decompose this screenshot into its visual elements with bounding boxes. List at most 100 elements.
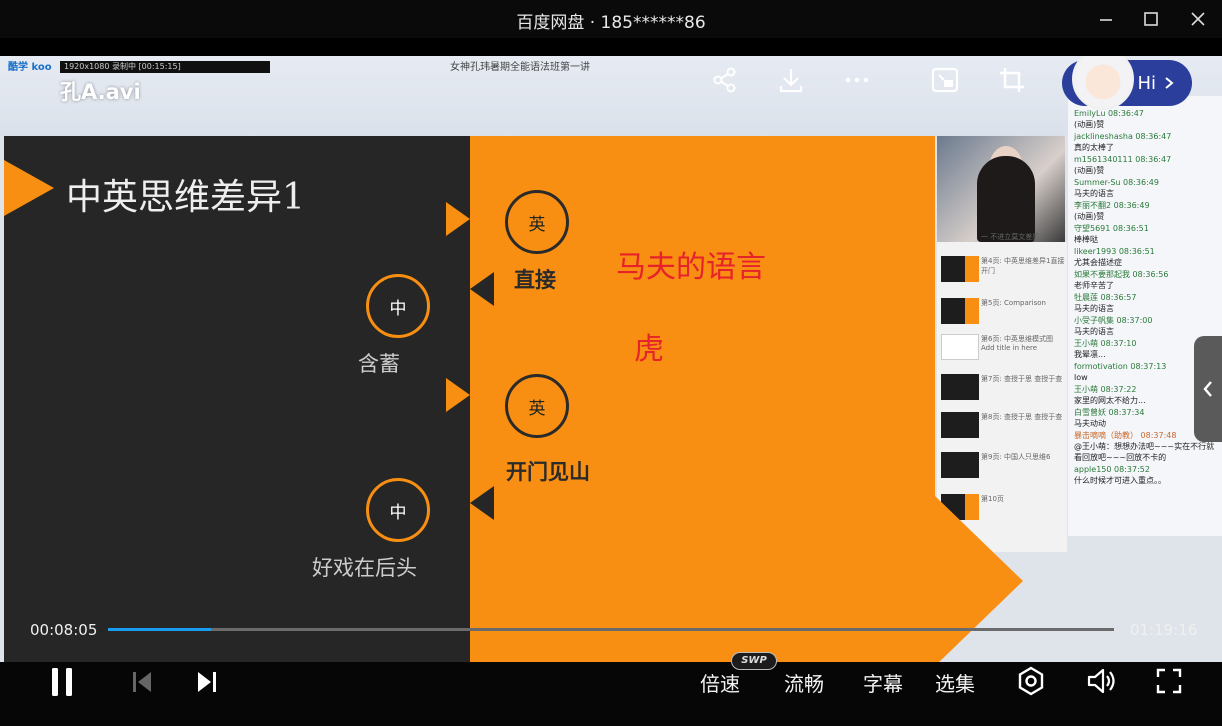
side-panel-toggle[interactable] <box>1194 336 1222 442</box>
pause-button[interactable] <box>44 664 80 700</box>
slide-heading: 中英思维差异1 <box>66 177 305 218</box>
chevron-left-icon <box>1203 381 1212 397</box>
chat-message: 尤其会描述症 <box>1074 258 1122 267</box>
chat-name: likeer1993 08:36:51 <box>1074 247 1155 256</box>
subtitle-button[interactable]: 字幕 <box>863 668 903 697</box>
thumbnail-caption: 第7页: 查授于思 查授于查 <box>981 375 1063 383</box>
handwritten-note: 虎 <box>634 332 664 367</box>
chat-message: @王小萌：想想办法吧~~~实在不行就看回放吧~~~回放不卡的 <box>1074 442 1215 462</box>
skip-forward-icon <box>198 672 216 692</box>
chat-message: 棒棒哒 <box>1074 235 1098 244</box>
bullet-label: 开门见山 <box>506 460 590 484</box>
minimize-button[interactable] <box>1092 6 1120 32</box>
handwritten-note: 马夫的语言 <box>616 250 766 285</box>
video-file-name: 孔A.avi <box>60 80 141 104</box>
slide-thumbnail[interactable] <box>941 374 979 400</box>
crop-button[interactable] <box>996 64 1028 96</box>
chat-name: 守望5691 08:36:51 <box>1074 224 1149 233</box>
video-frame[interactable]: 酷学 koo 1920x1080 录制中 [00:15:15] 女神孔玮暑期全能… <box>0 56 1222 666</box>
minimize-icon <box>1100 19 1112 21</box>
slide-thumbnail[interactable] <box>941 452 979 478</box>
window-title: 百度网盘 · 185******86 <box>516 13 706 33</box>
download-icon <box>779 69 803 93</box>
download-button[interactable] <box>775 64 807 96</box>
settings-icon <box>1018 666 1044 696</box>
chevron-right-icon <box>1165 77 1174 89</box>
pause-icon <box>52 668 72 696</box>
title-bar: 百度网盘 · 185******86 <box>0 0 1222 38</box>
skip-back-icon <box>133 672 151 692</box>
volume-button[interactable] <box>1084 664 1120 698</box>
speed-button[interactable]: 倍速 <box>700 668 740 697</box>
maximize-icon <box>1144 12 1158 26</box>
slide-thumbnail[interactable] <box>941 298 979 324</box>
fullscreen-icon <box>1156 668 1182 694</box>
bullet-label: 含蓄 <box>358 352 400 376</box>
share-icon <box>713 67 736 93</box>
notch-icon <box>470 486 494 520</box>
crop-icon <box>1000 68 1024 92</box>
chat-message: (动画)赞 <box>1074 120 1105 129</box>
chat-name: apple150 08:37:52 <box>1074 465 1150 474</box>
maximize-button[interactable] <box>1137 6 1165 32</box>
chat-message: 马夫的语言 <box>1074 189 1114 198</box>
settings-button[interactable] <box>1014 664 1048 698</box>
slide-thumbnail[interactable] <box>941 256 979 282</box>
more-button[interactable] <box>841 64 873 96</box>
chat-name: EmilyLu 08:36:47 <box>1074 109 1144 118</box>
thumbnail-caption: 第5页: Comparison <box>981 299 1046 307</box>
thumbnail-caption: 第8页: 查授于思 查授于查 <box>981 413 1063 421</box>
notch-icon <box>446 202 470 236</box>
thumbnail-caption: 第4页: 中英思维差异1直接开门 <box>981 257 1065 275</box>
chat-message: 马夫的语言 <box>1074 327 1114 336</box>
chat-name: jacklineshasha 08:36:47 <box>1074 132 1172 141</box>
chat-name: 牡晨莲 08:36:57 <box>1074 293 1137 302</box>
bullet-tag: 中 <box>366 478 430 542</box>
chat-message: 什么时候才可进入重点。。 <box>1074 476 1166 485</box>
close-icon <box>1191 12 1205 26</box>
pip-icon <box>931 67 959 93</box>
close-button[interactable] <box>1184 6 1212 32</box>
bullet-label: 好戏在后头 <box>312 556 417 580</box>
thumbnail-caption: 一 不进立莫文差感 <box>981 233 1040 241</box>
hi-label: Hi <box>1137 72 1156 94</box>
notch-icon <box>470 272 494 306</box>
more-icon <box>845 77 869 83</box>
share-button[interactable] <box>709 64 741 96</box>
quality-button[interactable]: 流畅 <box>784 668 824 697</box>
bullet-tag: 中 <box>366 274 430 338</box>
bullet-label: 直接 <box>514 268 556 292</box>
total-time: 01:19:16 <box>1130 621 1198 639</box>
lesson-title: 女神孔玮暑期全能语法班第一讲 <box>450 62 590 73</box>
thumbnail-caption: 第6页: 中英思维模式图 Add title in here <box>981 335 1054 352</box>
slide-thumbnail[interactable] <box>941 334 979 360</box>
chat-name: 小受子帆集 08:37:00 <box>1074 316 1153 325</box>
chat-message: 真的太棒了 <box>1074 143 1114 152</box>
bullet-tag: 英 <box>505 374 569 438</box>
thumbnail-caption: 第9页: 中国人只思维6 <box>981 453 1051 461</box>
chat-message: 老师辛苦了 <box>1074 281 1114 290</box>
progress-fill <box>108 628 211 631</box>
slide-big-arrow-icon <box>935 496 1023 666</box>
slide-arrow-icon <box>4 160 54 216</box>
chat-message: 马夫的语言 <box>1074 304 1114 313</box>
recorder-bar: 1920x1080 录制中 [00:15:15] <box>60 61 270 73</box>
teacher-hair <box>977 156 1035 242</box>
slide-thumbnail[interactable] <box>941 412 979 438</box>
previous-button[interactable] <box>126 666 158 698</box>
koo-logo: 酷学 koo <box>8 62 52 73</box>
current-time: 00:08:05 <box>30 621 98 639</box>
chat-name: 如果不要那起我 08:36:56 <box>1074 270 1169 279</box>
chat-message: (动画)赞 <box>1074 212 1105 221</box>
episodes-button[interactable]: 选集 <box>935 668 975 697</box>
progress-bar[interactable] <box>108 628 1114 631</box>
bullet-tag: 英 <box>505 190 569 254</box>
picture-in-picture-button[interactable] <box>929 64 961 96</box>
next-button[interactable] <box>191 666 223 698</box>
teacher-camera <box>937 136 1065 242</box>
chat-name: m1561340111 08:36:47 <box>1074 155 1172 164</box>
chat-panel: EmilyLu 08:36:47 (动画)赞 jacklineshasha 08… <box>1068 96 1222 536</box>
chat-name: 李丽不翻2 08:36:49 <box>1074 201 1150 210</box>
notch-icon <box>446 378 470 412</box>
fullscreen-button[interactable] <box>1152 664 1186 698</box>
